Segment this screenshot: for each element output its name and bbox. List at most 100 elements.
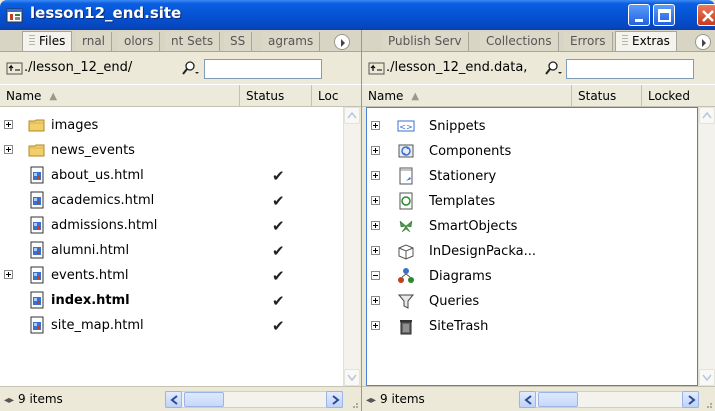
expand-toggle[interactable] [371,196,380,205]
expand-toggle[interactable] [371,121,380,130]
column-locked[interactable]: Locked [642,85,715,107]
expand-toggle[interactable] [371,171,380,180]
file-row[interactable]: index.html ✔ [0,288,343,313]
close-button[interactable] [697,4,715,26]
tab-overflow-button[interactable] [695,34,711,50]
resize-grip-icon[interactable] [703,399,713,409]
templates-icon [399,192,413,210]
expand-toggle[interactable] [371,221,380,230]
left-pathbar: ./lesson_12_end/ [0,52,361,84]
extras-row[interactable]: Stationery [367,164,697,189]
diagrams-icon [398,268,414,283]
maximize-button[interactable] [653,4,675,26]
column-status[interactable]: Status [572,85,642,107]
item-count: 9 items [380,392,425,406]
expand-toggle[interactable] [4,270,13,279]
expand-toggle[interactable] [371,296,380,305]
extras-row[interactable]: SmartObjects [367,214,697,239]
search-icon[interactable] [180,60,200,76]
expand-toggle[interactable] [4,120,13,129]
scroll-left-button[interactable] [519,391,536,408]
tab-collections[interactable]: Collections [480,32,559,51]
row-label: SiteTrash [429,319,489,334]
scroll-up-button[interactable] [344,107,360,124]
tab-publish-server[interactable]: Publish Serv [382,32,469,51]
search-input[interactable] [204,59,322,79]
html-file-icon [30,266,44,284]
scroll-right-button[interactable] [326,391,343,408]
expand-toggle[interactable] [4,145,13,154]
right-tabstrip: Publish Serv Collections Errors Extras [362,30,715,52]
resize-arrows-icon[interactable]: ◂▸ [4,395,14,406]
scroll-thumb[interactable] [184,392,224,407]
left-horizontal-scrollbar[interactable] [165,391,343,408]
extras-row[interactable]: Templates [367,189,697,214]
title-bar[interactable]: lesson12_end.site [0,0,715,30]
chevron-right-icon [702,39,706,47]
right-status-bar: ◂▸ 9 items [362,386,715,411]
item-count: 9 items [18,392,63,406]
arrow-right-icon [688,395,696,405]
tab-css[interactable]: SS [224,32,253,51]
file-row[interactable]: news_events [0,138,343,163]
file-row[interactable]: images [0,113,343,138]
html-file-icon [30,166,44,184]
path-label: ./lesson_12_end/ [24,60,133,75]
scroll-up-button[interactable] [699,107,715,124]
tab-files[interactable]: Files [22,31,73,51]
file-row[interactable]: alumni.html ✔ [0,238,343,263]
file-row[interactable]: events.html ✔ [0,263,343,288]
extras-row[interactable]: Components [367,139,697,164]
window-title: lesson12_end.site [30,4,182,22]
expand-toggle[interactable] [371,321,380,330]
expand-toggle[interactable] [371,246,380,255]
file-row[interactable]: academics.html ✔ [0,188,343,213]
scroll-left-button[interactable] [165,391,182,408]
search-icon[interactable] [543,60,563,76]
scroll-down-button[interactable] [344,369,360,386]
file-row[interactable]: admissions.html ✔ [0,213,343,238]
row-label: Templates [429,194,496,209]
column-name[interactable]: Name ▲ [0,85,240,107]
extras-row[interactable]: SiteTrash [367,314,697,339]
expand-toggle[interactable] [371,146,380,155]
column-locked[interactable]: Loc [312,85,361,107]
checkmark-icon: ✔ [272,242,285,260]
extras-row[interactable]: Queries [367,289,697,314]
tab-diagrams[interactable]: agrams [262,32,321,51]
minimize-button[interactable] [628,4,650,26]
left-vertical-scrollbar[interactable] [343,107,360,386]
extras-row[interactable]: InDesignPacka... [367,239,697,264]
tab-extras[interactable]: Extras [615,31,677,51]
scroll-down-button[interactable] [699,369,715,386]
right-horizontal-scrollbar[interactable] [519,391,699,408]
tab-font-sets[interactable]: nt Sets [165,32,221,51]
sort-ascending-icon: ▲ [49,91,58,102]
folder-up-icon[interactable] [6,61,24,75]
file-row[interactable]: about_us.html ✔ [0,163,343,188]
arrow-up-icon [347,111,357,119]
scroll-right-button[interactable] [682,391,699,408]
row-label: academics.html [51,193,155,208]
resize-arrows-icon[interactable]: ◂▸ [366,395,376,406]
column-status[interactable]: Status [240,85,312,107]
arrow-left-icon [170,395,178,405]
tab-journal[interactable]: rnal [76,32,113,51]
file-row[interactable]: site_map.html ✔ [0,313,343,338]
extras-row[interactable]: Diagrams [367,264,697,289]
tab-label: Files [39,34,66,48]
extras-row[interactable]: <> Snippets [367,114,697,139]
arrow-down-icon [347,374,357,382]
tab-errors[interactable]: Errors [564,32,613,51]
resize-grip-icon[interactable] [349,399,359,409]
tab-overflow-button[interactable] [334,34,350,50]
trash-icon [400,320,412,335]
scroll-thumb[interactable] [538,392,578,407]
column-name[interactable]: Name ▲ [362,85,572,107]
column-status-label: Status [578,89,617,103]
right-vertical-scrollbar[interactable] [698,107,715,386]
tab-colors[interactable]: olors [118,32,161,51]
search-input[interactable] [566,59,694,79]
expand-toggle[interactable] [371,271,380,280]
folder-up-icon[interactable] [368,61,386,75]
